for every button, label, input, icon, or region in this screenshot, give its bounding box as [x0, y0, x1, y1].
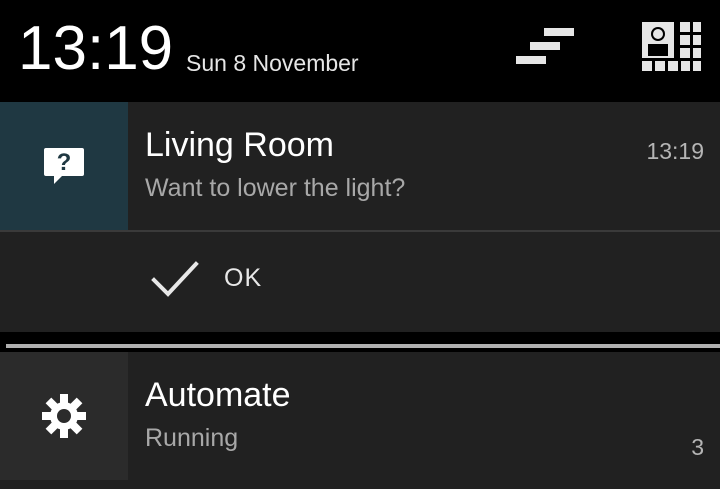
quick-settings-bars-icon	[516, 28, 574, 64]
notification-automate[interactable]: Automate Running 3	[0, 352, 720, 489]
profile-grid-icon	[642, 22, 701, 71]
notification-shade: 13:19 Sun 8 November ? Living Room Want …	[0, 0, 720, 489]
notification-content[interactable]: Automate Running 3	[0, 352, 720, 480]
notification-title: Living Room	[145, 126, 334, 164]
date[interactable]: Sun 8 November	[186, 50, 359, 77]
ok-action-button[interactable]: OK	[0, 232, 720, 332]
notification-count: 3	[691, 434, 704, 460]
notification-content[interactable]: ? Living Room Want to lower the light? 1…	[0, 102, 720, 230]
gear-icon	[42, 394, 86, 438]
clock: 13:19	[18, 14, 174, 83]
quick-settings-button[interactable]	[514, 20, 578, 80]
notification-text: Want to lower the light?	[145, 174, 406, 202]
notification-text: Running	[145, 424, 239, 452]
question-bubble-icon: ?	[44, 148, 84, 184]
notification-time: 13:19	[646, 138, 704, 164]
notification-title: Automate	[145, 376, 291, 414]
notification-living-room[interactable]: ? Living Room Want to lower the light? 1…	[0, 102, 720, 332]
svg-text:?: ?	[57, 149, 72, 176]
notification-icon-box	[0, 352, 128, 480]
notification-icon-box: ?	[0, 102, 128, 230]
checkmark-icon	[151, 261, 199, 297]
status-header: 13:19 Sun 8 November	[0, 0, 720, 96]
ok-action-label: OK	[224, 264, 263, 292]
profile-grid-button[interactable]	[638, 20, 702, 80]
notification-separator	[6, 344, 720, 348]
